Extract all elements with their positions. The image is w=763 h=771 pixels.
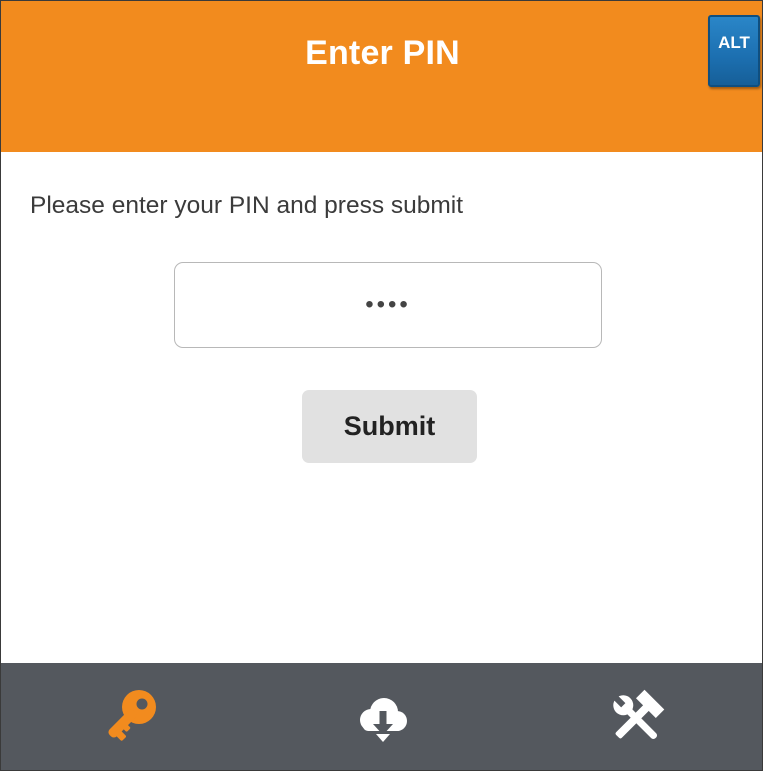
tab-download[interactable] <box>255 663 509 770</box>
header-bar: Enter PIN ALT <box>1 1 762 152</box>
instruction-text: Please enter your PIN and press submit <box>30 192 464 219</box>
key-icon <box>108 689 156 741</box>
tab-pin[interactable] <box>1 663 255 770</box>
tab-tools[interactable] <box>509 663 762 770</box>
bottom-tab-bar <box>1 663 762 770</box>
app-window: Enter PIN ALT Please enter your PIN and … <box>0 0 763 771</box>
cloud-download-icon <box>360 697 407 742</box>
page-title: Enter PIN <box>305 34 460 72</box>
alt-badge[interactable]: ALT <box>708 15 760 87</box>
submit-button[interactable]: Submit <box>302 390 477 463</box>
tools-icon <box>612 689 665 739</box>
pin-input[interactable] <box>174 262 602 348</box>
